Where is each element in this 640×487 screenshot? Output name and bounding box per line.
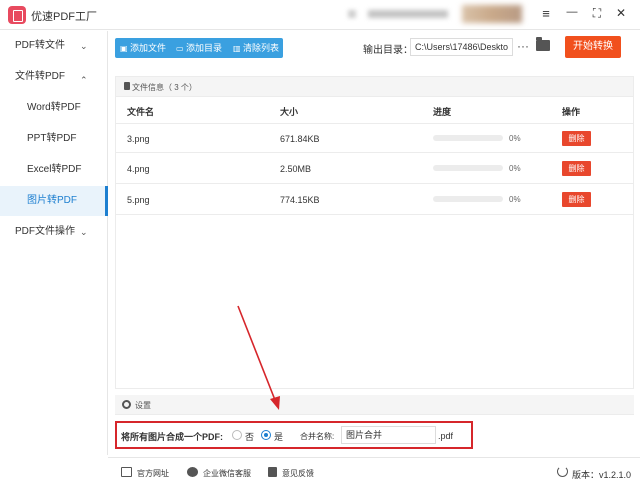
settings-header: 设置 [115,395,634,415]
output-directory-label: 输出目录： [363,45,413,56]
file-toolbar: ▣ 添加文件 ▭ 添加目录 ▥ 清除列表 [115,38,283,58]
title-bar: 优速PDF工厂 ≡ — ⛶ ✕ [0,0,640,30]
progress-percent: 0% [509,134,521,143]
chevron-down-icon: ⌄ [80,227,88,237]
table-row: 5.png 774.15KB 0% 删除 [116,185,633,215]
sidebar-item-excel-to-pdf[interactable]: Excel转PDF [0,155,108,185]
sidebar-item-ppt-to-pdf[interactable]: PPT转PDF [0,124,108,154]
sidebar-item-pdf-operations[interactable]: PDF文件操作 ⌄ [0,217,108,247]
column-header-size: 大小 [280,107,299,117]
file-name: 5.png [127,195,150,205]
add-file-icon: ▣ [120,44,128,53]
minimize-icon[interactable]: — [564,6,580,18]
file-name: 3.png [127,134,150,144]
app-title: 优速PDF工厂 [31,11,97,23]
app-logo-icon [8,6,26,24]
delete-button[interactable]: 删除 [562,192,591,207]
file-size: 2.50MB [280,164,312,174]
settings-title: 设置 [135,401,151,410]
wechat-icon [187,467,198,477]
blurred-avatar [462,5,522,23]
blurred-account-info [348,10,356,18]
delete-button[interactable]: 删除 [562,131,591,146]
chevron-down-icon: ⌄ [80,41,88,51]
table-row: 4.png 2.50MB 0% 删除 [116,154,633,184]
trash-icon: ▥ [233,44,241,53]
official-website-link[interactable]: 官方网址 [137,468,169,479]
annotation-highlight-box [115,421,473,449]
progress-bar [433,165,503,171]
file-list-header: 文件信息（ 3 个） [116,77,633,97]
more-options-button[interactable]: ··· [517,38,529,54]
open-folder-icon[interactable] [536,37,550,51]
folder-icon: ▭ [176,44,184,53]
sidebar-item-file-to-pdf[interactable]: 文件转PDF ⌃ [0,62,108,92]
add-folder-button[interactable]: ▭ 添加目录 [176,38,222,58]
file-name: 4.png [127,164,150,174]
file-count-title: 文件信息（ 3 个） [132,83,197,92]
column-header-action: 操作 [562,107,581,117]
progress-bar [433,196,503,202]
column-header-progress: 进度 [433,107,452,117]
feedback-icon [268,467,277,477]
file-size: 671.84KB [280,134,320,144]
gear-icon [122,400,131,409]
sidebar-item-pdf-to-file[interactable]: PDF转文件 ⌄ [0,31,108,61]
output-directory-input[interactable]: C:\Users\17486\Deskto [410,38,513,56]
table-row: 3.png 671.84KB 0% 删除 [116,123,633,153]
sidebar-item-word-to-pdf[interactable]: Word转PDF [0,93,108,123]
menu-icon[interactable]: ≡ [538,6,554,21]
refresh-icon[interactable] [557,466,568,477]
version-label: 版本：v1.2.1.0 [572,470,632,480]
clear-list-button[interactable]: ▥ 清除列表 [233,38,279,58]
document-icon [124,82,130,90]
blurred-account-info [368,10,448,18]
file-size: 774.15KB [280,195,320,205]
column-header-name: 文件名 [127,107,155,117]
close-icon[interactable]: ✕ [613,6,629,20]
fullscreen-icon[interactable]: ⛶ [589,6,605,21]
progress-percent: 0% [509,195,521,204]
progress-bar [433,135,503,141]
chevron-up-icon: ⌃ [80,75,88,85]
feedback-link[interactable]: 意见反馈 [282,468,314,479]
website-icon [121,467,132,477]
progress-percent: 0% [509,164,521,173]
sidebar-item-image-to-pdf[interactable]: 图片转PDF [0,186,108,216]
add-file-button[interactable]: ▣ 添加文件 [120,38,166,58]
sidebar: PDF转文件 ⌄ 文件转PDF ⌃ Word转PDF PPT转PDF Excel… [0,31,108,455]
file-list-panel: 文件信息（ 3 个） 文件名 大小 进度 操作 3.png 671.84KB 0… [115,76,634,389]
start-conversion-button[interactable]: 开始转换 [565,36,621,58]
wechat-support-link[interactable]: 企业微信客服 [203,468,251,479]
footer-bar: 官方网址 企业微信客服 意见反馈 版本：v1.2.1.0 [108,457,640,487]
delete-button[interactable]: 删除 [562,161,591,176]
